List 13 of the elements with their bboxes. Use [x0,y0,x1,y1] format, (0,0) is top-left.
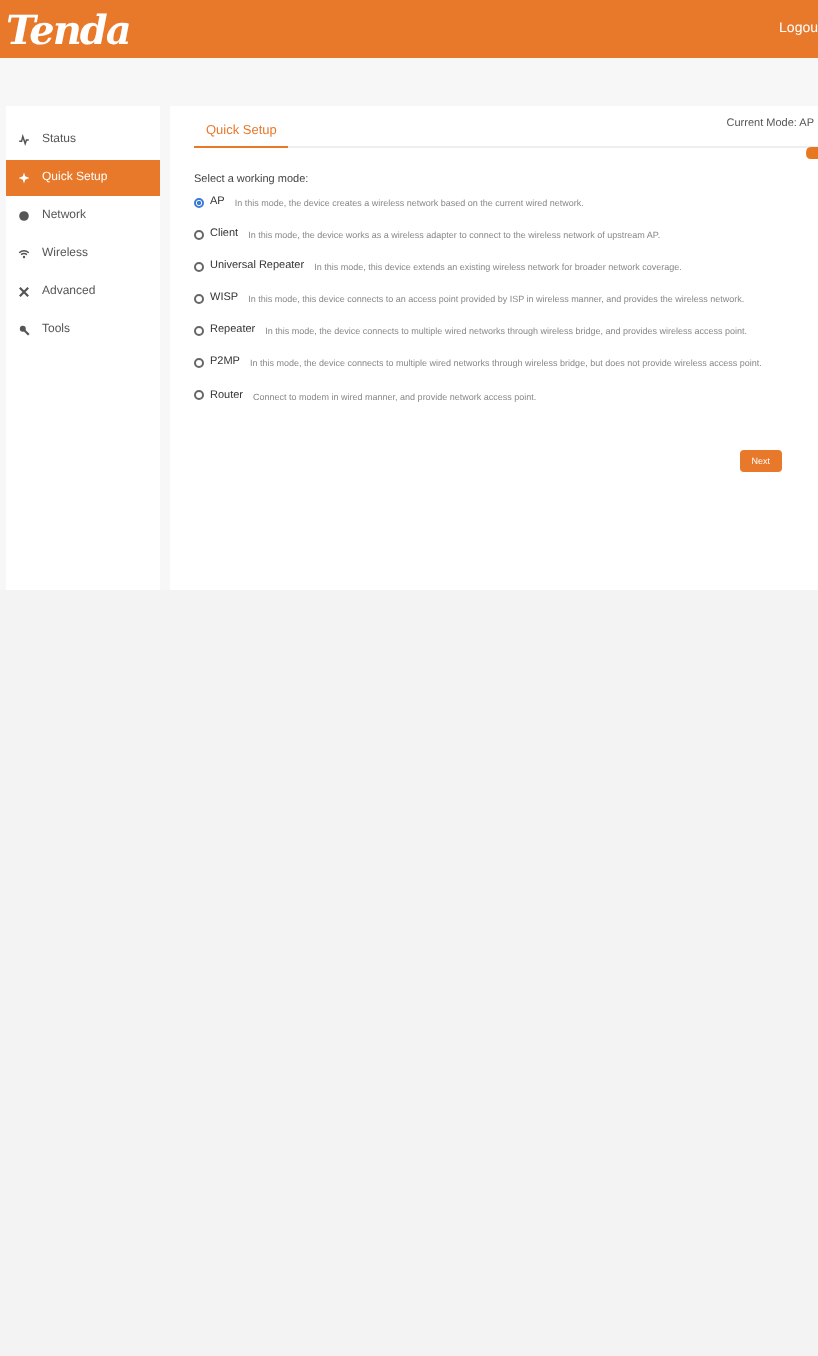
logo: Tenda [6,5,130,53]
help-icon[interactable] [806,144,818,162]
radio-button[interactable] [194,325,204,336]
pulse-icon [18,134,30,146]
radio-button[interactable] [194,197,204,207]
radio-button[interactable] [194,390,204,401]
radio-button[interactable] [194,229,204,240]
wrench-icon [18,324,30,336]
tools-cross-icon [18,286,30,298]
radio-button[interactable] [194,357,204,368]
radio-button[interactable] [194,261,204,272]
radio-button[interactable] [194,293,204,304]
wifi-icon [18,248,30,260]
